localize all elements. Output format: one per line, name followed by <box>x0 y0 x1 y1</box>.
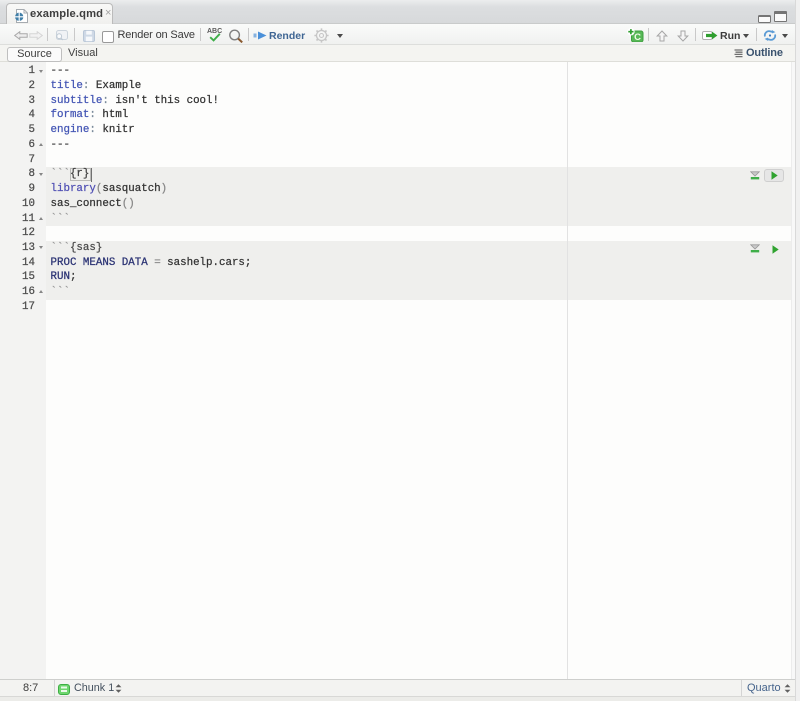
svg-text:C: C <box>634 32 641 42</box>
